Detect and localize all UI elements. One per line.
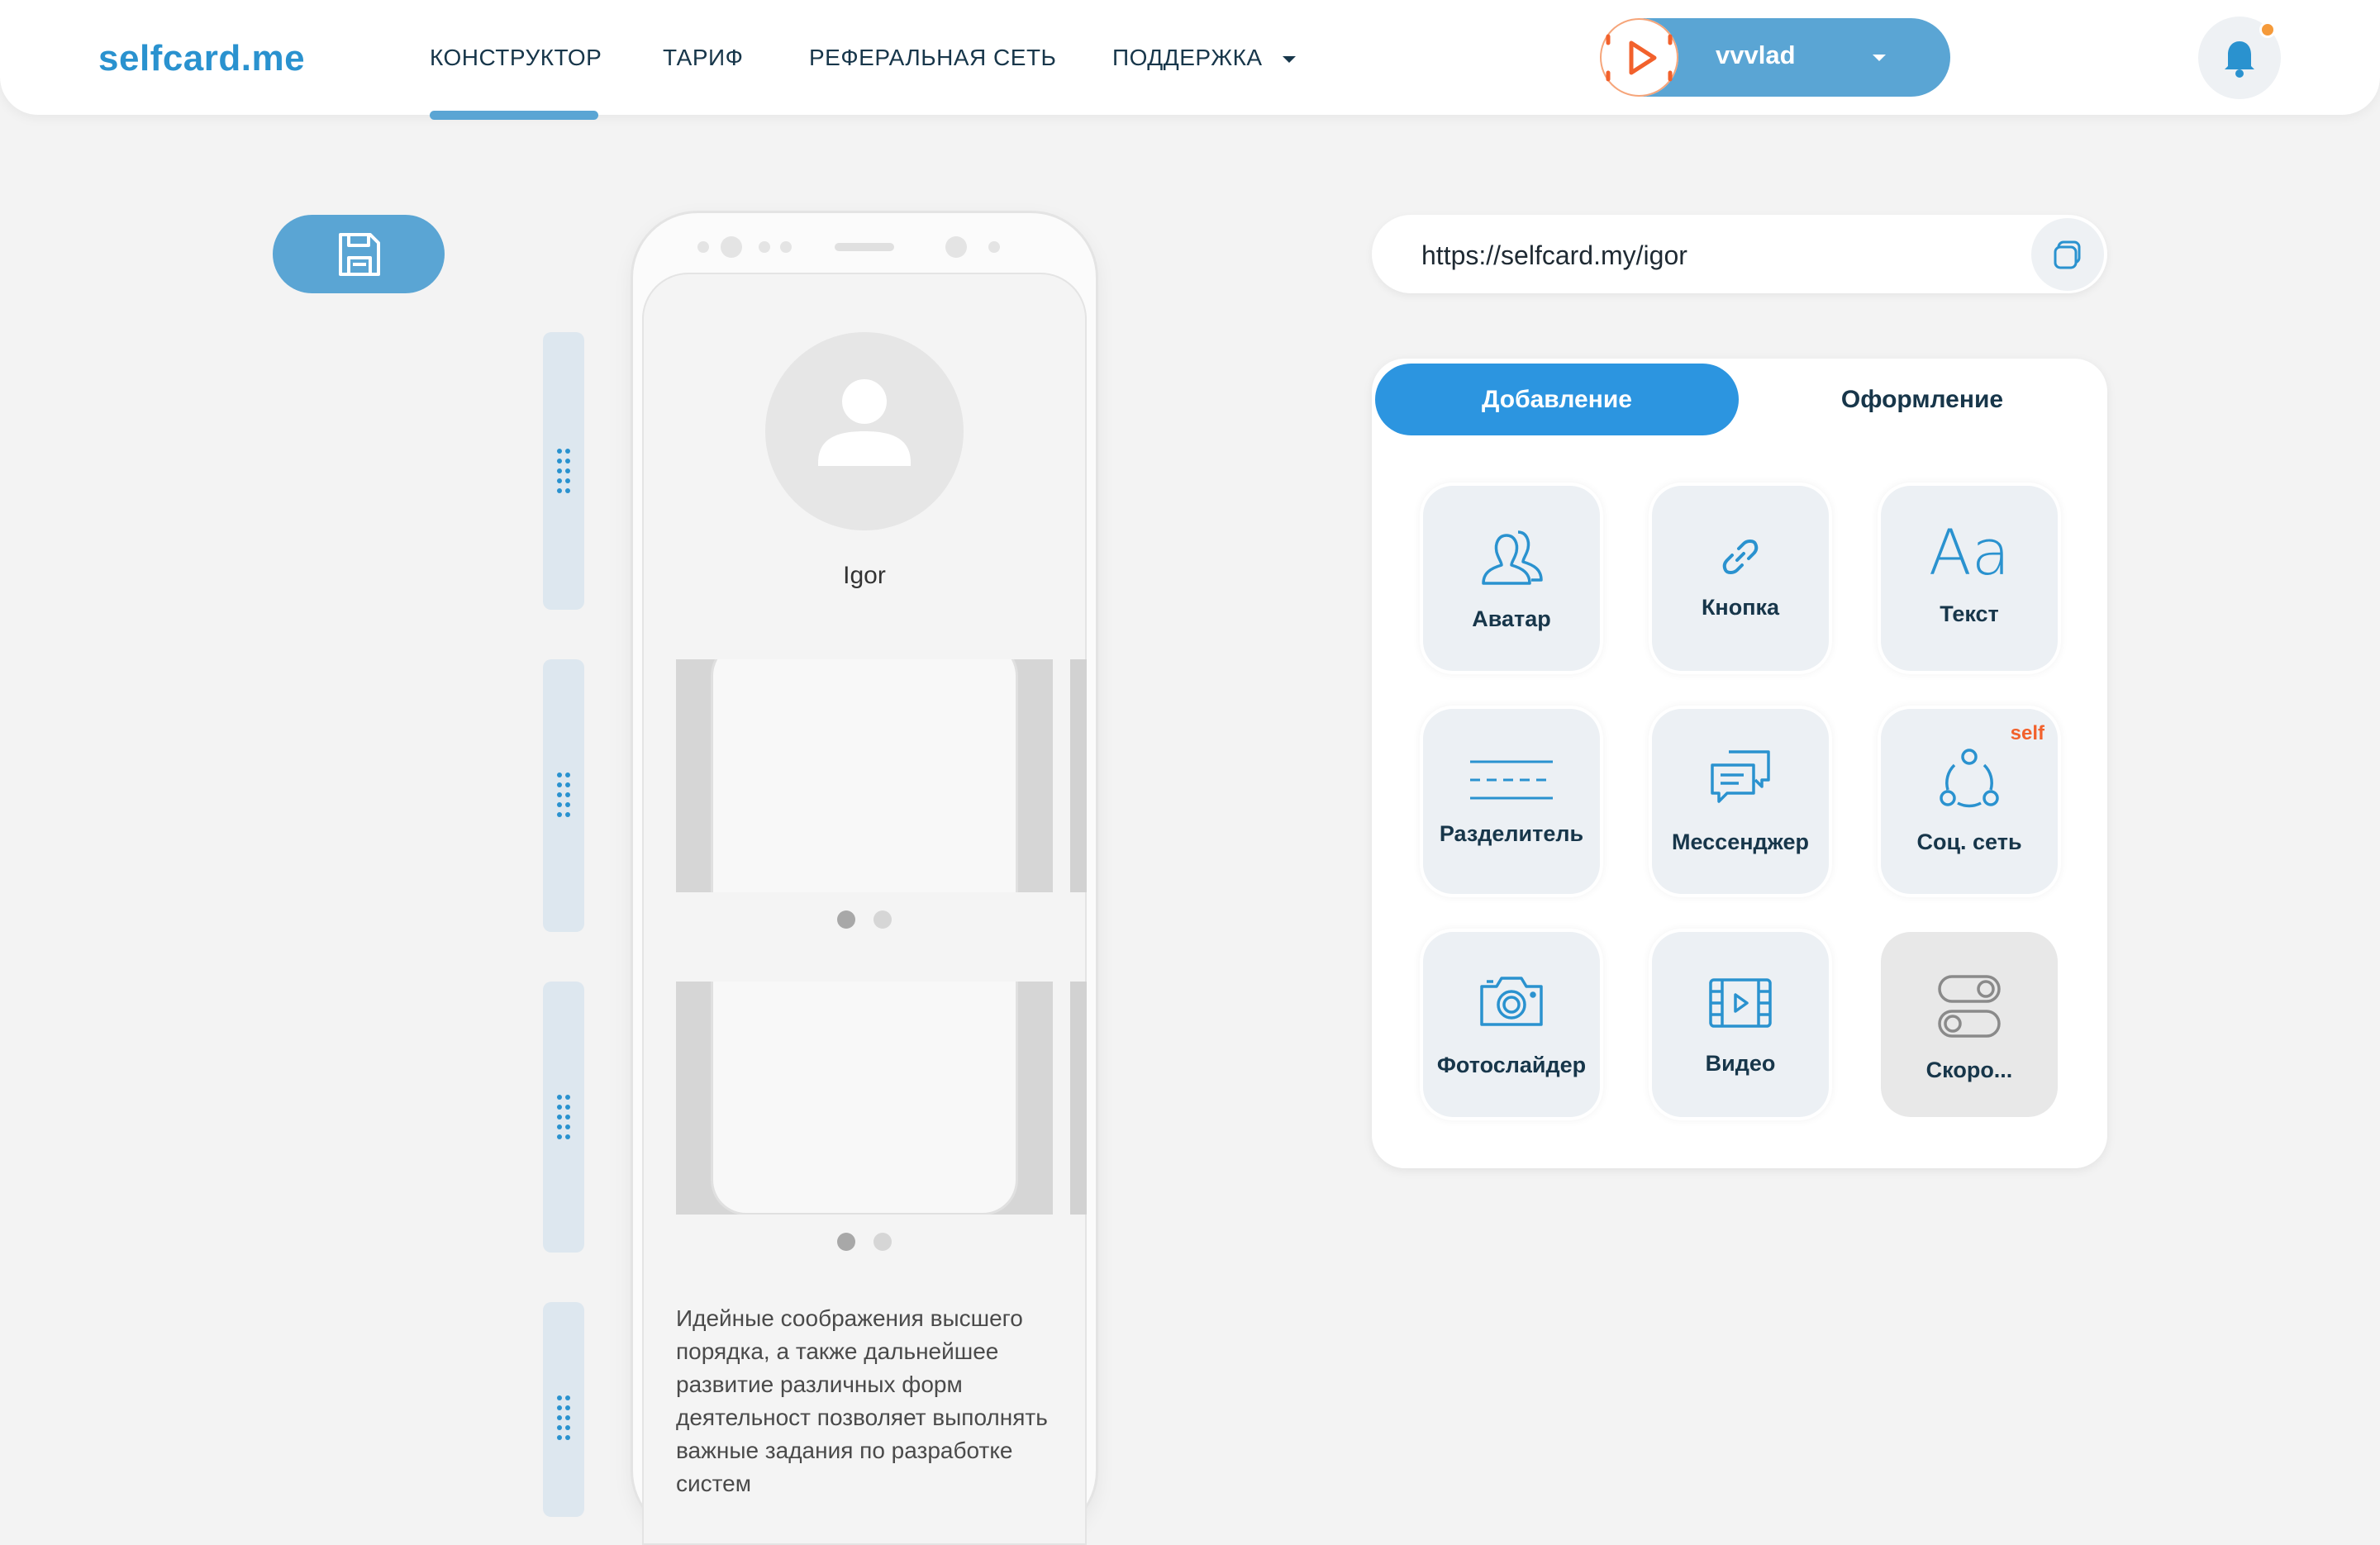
chevron-down-icon bbox=[1282, 55, 1296, 63]
floppy-disk-icon bbox=[339, 233, 380, 276]
slider-dot-active[interactable] bbox=[837, 1233, 855, 1251]
user-icon bbox=[818, 379, 911, 466]
photo-slider-1[interactable] bbox=[676, 659, 1053, 892]
video-icon bbox=[1709, 978, 1772, 1028]
text-block: Идейные соображения высшего порядка, а т… bbox=[676, 1305, 1048, 1496]
tile-label: Текст bbox=[1940, 601, 1999, 626]
tab-design[interactable]: Оформление bbox=[1740, 364, 2104, 435]
user-menu[interactable]: vvvlad bbox=[1600, 18, 1950, 97]
user-name: vvvlad bbox=[1716, 40, 1796, 69]
chevron-down-icon bbox=[1873, 55, 1886, 61]
save-button[interactable] bbox=[273, 215, 445, 293]
slider-dot[interactable] bbox=[873, 1233, 892, 1251]
top-header: selfcard.me КОНСТРУКТОР ТАРИФ РЕФЕРАЛЬНА… bbox=[0, 0, 2380, 115]
grip-icon bbox=[557, 772, 570, 817]
blocks-panel: Добавление Оформление Аватар Кнопка Aa Т… bbox=[1372, 359, 2107, 1168]
camera-icon bbox=[1480, 977, 1543, 1026]
page-url: https://selfcard.my/igor bbox=[1421, 240, 1687, 270]
photo-slider-2[interactable] bbox=[676, 982, 1053, 1215]
drag-handle-avatar-block[interactable] bbox=[543, 332, 584, 610]
tile-label: Разделитель bbox=[1439, 821, 1584, 846]
tile-label: Скоро... bbox=[1925, 1058, 2013, 1082]
next-slide-preview bbox=[1070, 982, 1087, 1215]
sensor-dot bbox=[780, 241, 792, 253]
drag-handle-slider-1[interactable] bbox=[543, 659, 584, 932]
camera-icon bbox=[721, 236, 742, 258]
slider-dot[interactable] bbox=[873, 910, 892, 929]
add-social-block[interactable]: self Соц. сеть bbox=[1881, 709, 2058, 894]
users-icon bbox=[1482, 530, 1543, 585]
camera-icon bbox=[945, 236, 967, 258]
share-network-icon bbox=[1940, 749, 1999, 808]
coming-soon-block: Скоро... bbox=[1881, 932, 2058, 1117]
tile-label: Аватар bbox=[1472, 606, 1551, 631]
copy-url-button[interactable] bbox=[2031, 218, 2104, 291]
link-icon bbox=[1722, 540, 1759, 574]
grip-icon bbox=[557, 1395, 570, 1440]
next-slide-preview bbox=[1070, 659, 1087, 892]
add-video-block[interactable]: Видео bbox=[1652, 932, 1829, 1117]
chat-icon bbox=[1711, 750, 1770, 803]
nav-active-indicator bbox=[430, 111, 598, 120]
grip-icon bbox=[557, 1095, 570, 1139]
drag-handle-text-block[interactable] bbox=[543, 1302, 584, 1517]
play-logo-icon bbox=[1606, 34, 1673, 82]
add-messenger-block[interactable]: Мессенджер bbox=[1652, 709, 1829, 894]
notifications-button[interactable] bbox=[2198, 17, 2281, 99]
nav-constructor[interactable]: КОНСТРУКТОР bbox=[430, 45, 602, 71]
speaker-grille bbox=[835, 243, 894, 251]
tile-label: Видео bbox=[1705, 1051, 1776, 1076]
sensor-dot bbox=[988, 241, 1000, 253]
nav-tariff[interactable]: ТАРИФ bbox=[663, 45, 743, 71]
drag-handle-slider-2[interactable] bbox=[543, 982, 584, 1253]
add-button-block[interactable]: Кнопка bbox=[1652, 486, 1829, 671]
slider-dot-active[interactable] bbox=[837, 910, 855, 929]
copy-icon bbox=[2054, 240, 2081, 269]
divider-icon bbox=[1470, 760, 1553, 800]
tile-label: Фотослайдер bbox=[1436, 1053, 1587, 1077]
logo[interactable]: selfcard.me bbox=[98, 38, 305, 79]
add-avatar-block[interactable]: Аватар bbox=[1423, 486, 1600, 671]
page-url-field[interactable]: https://selfcard.my/igor bbox=[1372, 215, 2107, 293]
text-aa-icon: Aa bbox=[1928, 516, 2011, 589]
phone-preview: Igor Идейные соображения высшего порядка… bbox=[633, 213, 1096, 1545]
tile-label: Кнопка bbox=[1701, 595, 1780, 620]
sensor-dot bbox=[759, 241, 770, 253]
notification-badge bbox=[2259, 21, 2276, 38]
add-divider-block[interactable]: Разделитель bbox=[1423, 709, 1600, 894]
tile-label: Соц. сеть bbox=[1916, 830, 2022, 854]
self-badge: self bbox=[2010, 722, 2044, 744]
grip-icon bbox=[557, 449, 570, 493]
tab-add[interactable]: Добавление bbox=[1375, 364, 1739, 435]
nav-support[interactable]: ПОДДЕРЖКА bbox=[1112, 45, 1296, 71]
nav-support-label: ПОДДЕРЖКА bbox=[1112, 45, 1263, 70]
avatar bbox=[1600, 18, 1678, 97]
profile-avatar[interactable] bbox=[765, 332, 964, 530]
sensor-dot bbox=[697, 241, 709, 253]
profile-name: Igor bbox=[843, 562, 886, 589]
add-photoslider-block[interactable]: Фотослайдер bbox=[1423, 932, 1600, 1117]
toggle-icon bbox=[1938, 975, 2001, 1038]
slide-image bbox=[713, 659, 1016, 892]
nav-referral[interactable]: РЕФЕРАЛЬНАЯ СЕТЬ bbox=[809, 45, 1056, 71]
slide-image bbox=[713, 982, 1016, 1213]
tile-label: Мессенджер bbox=[1672, 830, 1809, 854]
phone-screen: Igor Идейные соображения высшего порядка… bbox=[642, 273, 1087, 1545]
add-text-block[interactable]: Aa Текст bbox=[1881, 486, 2058, 671]
